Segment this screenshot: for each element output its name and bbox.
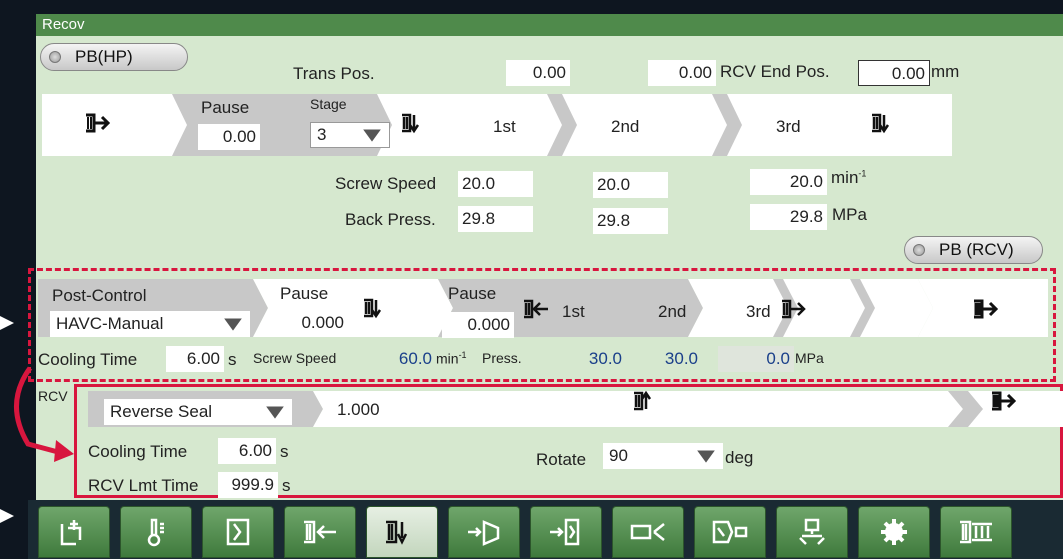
post-step-1st[interactable]: 1st: [562, 302, 585, 322]
rotate-value: 90: [609, 446, 628, 465]
screw-speed-unit: min-1: [831, 168, 867, 187]
eject-icon[interactable]: [448, 506, 520, 558]
post-screw-speed-label: Screw Speed: [253, 350, 337, 366]
screw-rotate-icon: [396, 110, 436, 136]
callout-arrow-icon: [14, 366, 74, 462]
rcv-end-pos-label: RCV End Pos.: [720, 62, 830, 81]
post-control-label: Post-Control: [52, 286, 147, 305]
pointer-arrow-icon: [0, 316, 14, 330]
back-press-label: Back Press.: [345, 210, 436, 229]
post-pause2-value[interactable]: 0.000: [442, 312, 514, 338]
rcv-cooling-label: Cooling Time: [88, 442, 188, 461]
rcv-mode-value: Reverse Seal: [110, 402, 213, 421]
step-3rd[interactable]: 3rd: [776, 117, 801, 137]
step-1st[interactable]: 1st: [493, 117, 516, 137]
screw-retract-icon: [628, 388, 668, 414]
hopper-icon[interactable]: [776, 506, 848, 558]
rcv-end-pos-value[interactable]: 0.00: [858, 60, 930, 86]
rcv-lmt-value[interactable]: 999.9: [218, 472, 278, 498]
indicator-led: [913, 244, 925, 256]
chevron-down-icon: [224, 318, 242, 331]
chevron-down-icon: [363, 129, 381, 142]
post-cooling-unit: s: [228, 350, 237, 369]
post-press-unit: MPa: [795, 350, 824, 366]
screw-speed-1st[interactable]: 20.0: [458, 171, 533, 197]
rotate-unit: deg: [725, 448, 754, 467]
recov-icon[interactable]: [366, 506, 438, 558]
inject-icon[interactable]: [284, 506, 356, 558]
stage-select[interactable]: 3: [310, 122, 390, 148]
back-press-2nd[interactable]: 29.8: [593, 208, 668, 234]
stage-label: Stage: [310, 96, 347, 112]
inject-forward-icon: [80, 110, 120, 136]
rcv-mode-select[interactable]: Reverse Seal: [104, 399, 292, 425]
post-screw-speed-value[interactable]: 60.0: [368, 346, 436, 372]
pointer-arrow-icon: [0, 509, 14, 523]
rcv-cooling-unit: s: [280, 442, 289, 461]
pb-hp-label: PB(HP): [75, 47, 133, 66]
post-press-2[interactable]: 30.0: [642, 346, 702, 372]
post-step-3rd[interactable]: 3rd: [746, 302, 771, 322]
robot-icon[interactable]: [694, 506, 766, 558]
panel-title: Recov: [36, 14, 1063, 36]
settings-icon[interactable]: [858, 506, 930, 558]
back-press-1st[interactable]: 29.8: [458, 206, 533, 232]
back-press-unit: MPa: [832, 205, 867, 224]
post-press-1[interactable]: 30.0: [566, 346, 626, 372]
pb-hp-button[interactable]: PB(HP): [40, 43, 188, 71]
inject-forward-icon-end: [968, 296, 1008, 322]
rcv-end-pos-unit: mm: [931, 62, 960, 81]
inject-forward-icon: [776, 296, 816, 322]
rotate-label: Rotate: [536, 450, 587, 469]
core-icon[interactable]: [530, 506, 602, 558]
screw-icon[interactable]: [940, 506, 1012, 558]
post-screw-speed-unit: min-1: [436, 350, 467, 367]
recov-pause-value[interactable]: 0.00: [198, 124, 260, 150]
rcv-lmt-unit: s: [282, 476, 291, 495]
screen: Recov PB(HP) Trans Pos. 0.00 0.00 RCV En…: [14, 0, 1063, 559]
post-press-3[interactable]: 0.0: [718, 346, 794, 372]
rcv-value[interactable]: 1.000: [333, 397, 397, 423]
post-pause1-label: Pause: [280, 284, 329, 303]
trans-pos-label: Trans Pos.: [293, 64, 375, 83]
step-2nd[interactable]: 2nd: [611, 117, 639, 137]
recov-pause-label: Pause: [201, 98, 250, 117]
screw-speed-2nd[interactable]: 20.0: [593, 172, 668, 198]
chevron-down-icon: [697, 450, 715, 463]
mold-icon[interactable]: [38, 506, 110, 558]
screw-speed-label: Screw Speed: [335, 174, 437, 193]
pb-rcv-label: PB (RCV): [939, 240, 1014, 259]
rcv-lmt-label: RCV Lmt Time: [88, 476, 199, 495]
screw-rotate-icon-3rd: [866, 110, 906, 136]
post-step-2nd[interactable]: 2nd: [658, 302, 686, 322]
screw-speed-3rd[interactable]: 20.0: [750, 169, 827, 195]
chevron-down-icon: [266, 406, 284, 419]
post-cooling-value[interactable]: 6.00: [166, 346, 224, 372]
post-press-label: Press.: [482, 350, 522, 366]
pb-rcv-button[interactable]: PB (RCV): [904, 236, 1043, 264]
bottom-toolbar: [28, 500, 1063, 559]
stage-select-value: 3: [317, 125, 327, 144]
inject-back-icon: [518, 296, 558, 322]
rcv-cooling-value[interactable]: 6.00: [218, 438, 276, 464]
indicator-led: [49, 51, 61, 63]
rotate-select[interactable]: 90: [603, 443, 723, 469]
post-pause1-value[interactable]: 0.000: [276, 310, 348, 336]
trans-pos-value-2[interactable]: 0.00: [648, 60, 716, 86]
back-press-3rd[interactable]: 29.8: [750, 204, 827, 230]
trans-pos-value-1[interactable]: 0.00: [506, 60, 570, 86]
inject-forward-icon-rcv: [986, 388, 1026, 414]
clamp-icon[interactable]: [202, 506, 274, 558]
post-control-mode-select[interactable]: HAVC-Manual: [50, 311, 250, 337]
nozzle-icon[interactable]: [612, 506, 684, 558]
post-control-mode-value: HAVC-Manual: [56, 314, 164, 333]
thermometer-icon[interactable]: [120, 506, 192, 558]
post-pause2-label: Pause: [448, 284, 497, 303]
screw-rotate-icon: [358, 295, 398, 321]
